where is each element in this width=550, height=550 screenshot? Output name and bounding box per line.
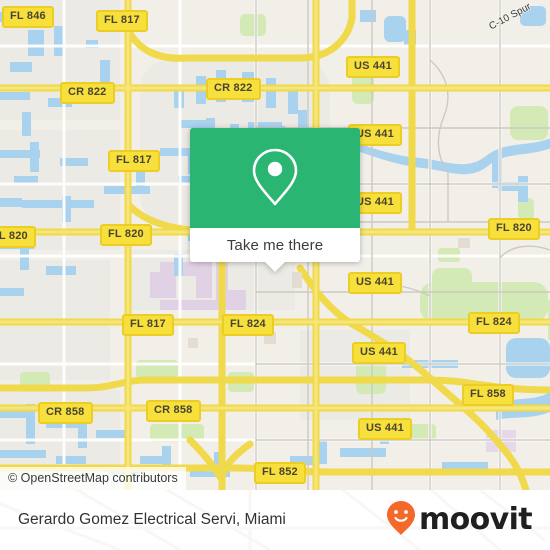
callout-action-label: Take me there bbox=[226, 236, 324, 254]
road-shield[interactable]: CR 858 bbox=[38, 402, 93, 424]
moovit-logo[interactable]: moovit bbox=[386, 500, 533, 541]
take-me-there-callout[interactable]: Take me there bbox=[190, 128, 360, 272]
road-shield[interactable]: US 441 bbox=[346, 56, 400, 78]
road-shield[interactable]: US 441 bbox=[352, 342, 406, 364]
road-shield[interactable]: FL 852 bbox=[254, 462, 306, 484]
location-title: Gerardo Gomez Electrical Servi, Miami bbox=[18, 511, 286, 528]
road-shield[interactable]: FL 817 bbox=[96, 10, 148, 32]
road-shield[interactable]: CR 822 bbox=[60, 82, 115, 104]
road-shield[interactable]: FL 817 bbox=[108, 150, 160, 172]
road-shield[interactable]: FL 820 bbox=[488, 218, 540, 240]
road-shield[interactable]: FL 824 bbox=[468, 312, 520, 334]
road-shield[interactable]: FL 824 bbox=[222, 314, 274, 336]
road-shield[interactable]: FL 820 bbox=[100, 224, 152, 246]
callout-pointer bbox=[265, 262, 285, 272]
road-shield[interactable]: US 441 bbox=[348, 272, 402, 294]
road-shield[interactable]: FL 817 bbox=[122, 314, 174, 336]
footer-bar: Gerardo Gomez Electrical Servi, Miami mo… bbox=[0, 490, 550, 550]
road-shield[interactable]: CR 858 bbox=[146, 400, 201, 422]
moovit-pin-smiley-icon bbox=[386, 500, 416, 541]
road-shield[interactable]: FL 858 bbox=[462, 384, 514, 406]
moovit-wordmark: moovit bbox=[418, 502, 533, 537]
road-shield[interactable]: US 441 bbox=[358, 418, 412, 440]
map-canvas[interactable]: FL 846 FL 817 CR 822 CR 822 US 441 US 44… bbox=[0, 0, 550, 490]
road-shield[interactable]: FL 846 bbox=[2, 6, 54, 28]
callout-icon-panel bbox=[190, 128, 360, 228]
map-pin-icon bbox=[248, 144, 302, 213]
osm-attribution[interactable]: © OpenStreetMap contributors bbox=[0, 467, 186, 490]
road-shield[interactable]: CR 822 bbox=[206, 78, 261, 100]
callout-action-panel[interactable]: Take me there bbox=[190, 228, 360, 272]
map-screenshot-root: FL 846 FL 817 CR 822 CR 822 US 441 US 44… bbox=[0, 0, 550, 550]
road-shield[interactable]: FL 820 bbox=[0, 226, 36, 248]
